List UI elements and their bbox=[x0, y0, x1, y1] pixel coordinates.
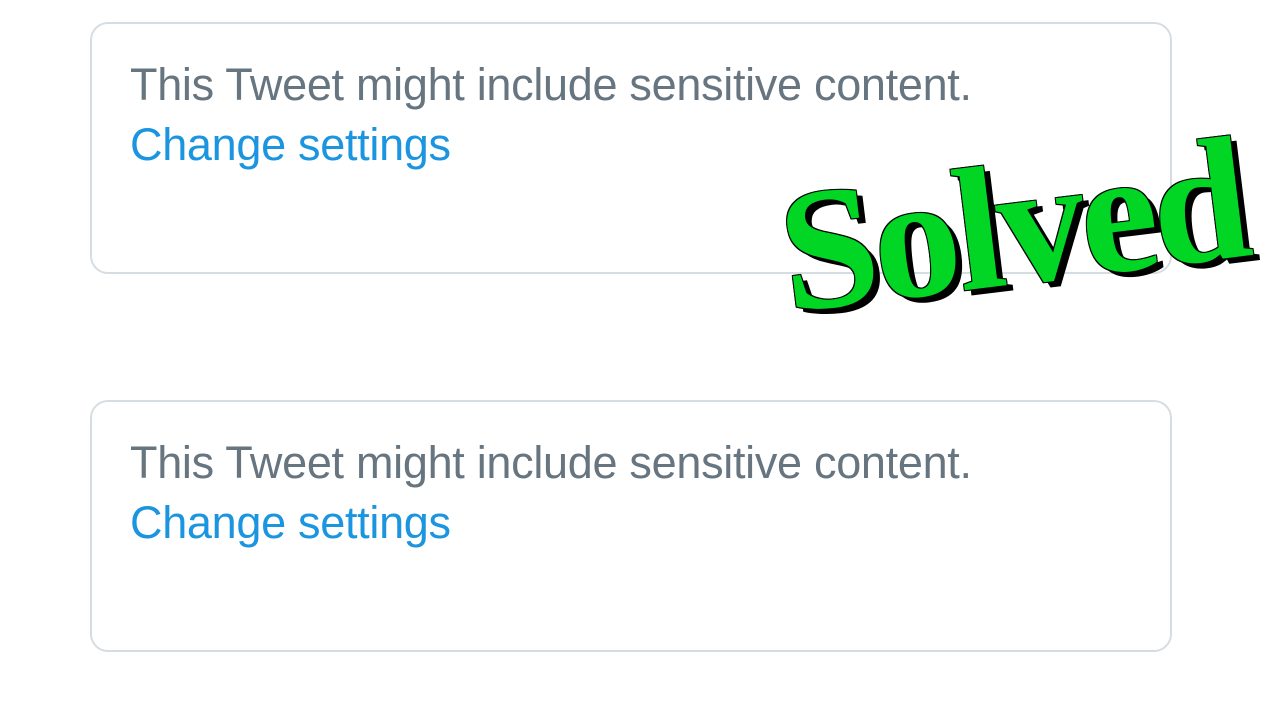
warning-message: This Tweet might include sensitive conte… bbox=[130, 434, 1132, 492]
sensitive-content-warning-card: This Tweet might include sensitive conte… bbox=[90, 22, 1172, 274]
warning-message: This Tweet might include sensitive conte… bbox=[130, 56, 1132, 114]
change-settings-link[interactable]: Change settings bbox=[130, 116, 451, 174]
change-settings-link[interactable]: Change settings bbox=[130, 494, 451, 552]
sensitive-content-warning-card: This Tweet might include sensitive conte… bbox=[90, 400, 1172, 652]
